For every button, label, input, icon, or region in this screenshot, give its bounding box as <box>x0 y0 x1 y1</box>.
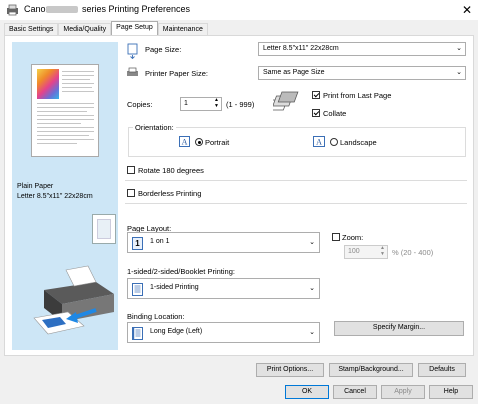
orientation-label: Orientation: <box>133 123 176 132</box>
printer-app-icon <box>7 4 18 16</box>
page-layout-icon: 1 <box>132 237 143 250</box>
copies-label: Copies: <box>127 100 153 109</box>
borderless-label: Borderless Printing <box>138 189 202 198</box>
preview-pane: Plain Paper Letter 8.5"x11" 22x28cm <box>12 42 118 350</box>
binding-location-label: Binding Location: <box>127 312 185 321</box>
page-size-value: Letter 8.5"x11" 22x28cm <box>263 45 339 52</box>
portrait-letter-a-icon: A <box>179 136 190 147</box>
close-button[interactable]: ✕ <box>459 2 475 18</box>
binding-location-select[interactable]: Long Edge (Left) ⌄ <box>127 322 320 343</box>
print-options-button[interactable]: Print Options... <box>256 363 324 377</box>
copies-value: 1 <box>184 100 188 107</box>
printer-paper-icon <box>127 67 138 76</box>
portrait-radio[interactable] <box>195 138 203 146</box>
defaults-button[interactable]: Defaults <box>418 363 466 377</box>
zoom-checkbox[interactable] <box>332 233 340 241</box>
sided-printing-value: 1-sided Printing <box>150 284 199 291</box>
page-layout-select[interactable]: 1 1 on 1 ⌄ <box>127 232 320 253</box>
collate-label: Collate <box>323 109 347 118</box>
divider <box>125 203 467 204</box>
svg-text:A: A <box>182 138 188 147</box>
page-size-label: Page Size: <box>145 45 182 54</box>
spin-arrows-icon[interactable]: ▲ ▼ <box>380 245 385 257</box>
chevron-down-icon: ⌄ <box>456 45 462 52</box>
paper-preview <box>31 64 99 157</box>
print-from-last-page-label: Print from Last Page <box>323 91 392 100</box>
preview-image <box>37 69 59 99</box>
printer-paper-size-value: Same as Page Size <box>263 69 325 76</box>
divider <box>125 180 467 181</box>
spin-arrows-icon[interactable]: ▲ ▼ <box>214 97 219 109</box>
copies-spinbox[interactable]: 1 ▲ ▼ <box>180 97 222 111</box>
tab-bar: Basic Settings Media/Quality Page Setup … <box>4 21 208 36</box>
title-bar: Canon series Printing Preferences ✕ <box>0 0 478 20</box>
sided-printing-select[interactable]: 1-sided Printing ⌄ <box>127 278 320 299</box>
chevron-down-icon: ⌄ <box>309 239 315 246</box>
specify-margin-button[interactable]: Specify Margin... <box>334 321 464 336</box>
zoom-value: 100 <box>348 248 360 255</box>
copies-range: (1 - 999) <box>226 100 255 109</box>
paper-size-text: Letter 8.5"x11" 22x28cm <box>17 193 93 200</box>
portrait-label: Portrait <box>205 138 230 147</box>
borderless-checkbox[interactable] <box>127 189 135 197</box>
window-title-suffix: series Printing Preferences <box>82 4 191 14</box>
landscape-label: Landscape <box>340 138 377 147</box>
print-from-last-page-checkbox[interactable] <box>312 91 320 99</box>
svg-text:A: A <box>316 138 322 147</box>
cancel-button[interactable]: Cancel <box>333 385 377 399</box>
chevron-down-icon: ⌄ <box>309 329 315 336</box>
binding-long-edge-icon <box>132 327 143 340</box>
page-size-icon <box>127 43 138 59</box>
help-button[interactable]: Help <box>429 385 473 399</box>
rotate-180-label: Rotate 180 degrees <box>138 166 204 175</box>
ok-button[interactable]: OK <box>285 385 329 399</box>
landscape-letter-a-icon: A <box>313 136 325 147</box>
chevron-down-icon: ⌄ <box>309 285 315 292</box>
one-sided-page-icon <box>132 283 143 296</box>
page-layout-value: 1 on 1 <box>150 238 170 245</box>
zoom-spinbox[interactable]: 100 ▲ ▼ <box>344 245 388 259</box>
stamp-background-button[interactable]: Stamp/Background... <box>329 363 413 377</box>
zoom-range: % (20 - 400) <box>392 248 434 257</box>
zoom-label: Zoom: <box>342 233 364 242</box>
rotate-180-checkbox[interactable] <box>127 166 135 174</box>
printer-paper-size-label: Printer Paper Size: <box>145 69 208 78</box>
binding-location-value: Long Edge (Left) <box>150 328 203 335</box>
tab-page-setup[interactable]: Page Setup <box>111 21 158 36</box>
apply-button[interactable]: Apply <box>381 385 425 399</box>
page-size-select[interactable]: Letter 8.5"x11" 22x28cm ⌄ <box>258 42 466 56</box>
printer-paper-size-select[interactable]: Same as Page Size ⌄ <box>258 66 466 80</box>
sided-printing-label: 1-sided/2-sided/Booklet Printing: <box>127 267 235 276</box>
collate-checkbox[interactable] <box>312 109 320 117</box>
paper-source-icon <box>92 214 116 244</box>
chevron-down-icon: ⌄ <box>456 69 462 76</box>
media-type-text: Plain Paper <box>17 183 54 190</box>
redacted-model-name <box>46 6 78 13</box>
stacked-copies-icon <box>273 91 299 111</box>
landscape-radio[interactable] <box>330 138 338 146</box>
printer-illustration-icon <box>33 265 114 335</box>
